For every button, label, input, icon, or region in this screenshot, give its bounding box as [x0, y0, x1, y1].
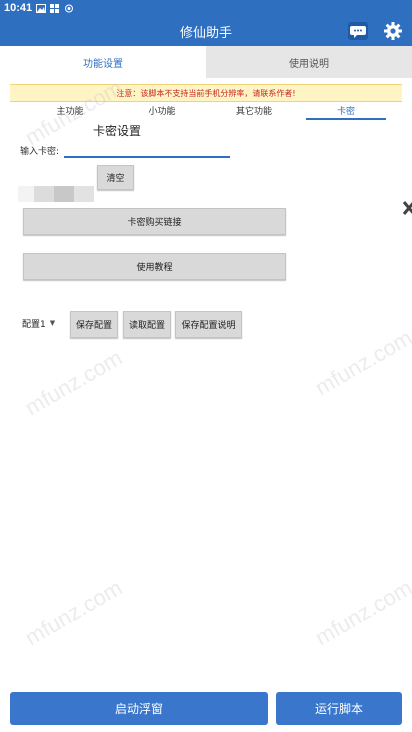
tutorial-button[interactable]: 使用教程	[23, 253, 286, 280]
watermark: mfunz.com	[20, 574, 127, 651]
app-bar: 修仙助手	[0, 16, 412, 46]
sub-tabs: 主功能 小功能 其它功能 卡密	[24, 104, 392, 120]
tab-instructions[interactable]: 使用说明	[206, 46, 412, 78]
config-select[interactable]: 配置1 ▼	[22, 316, 68, 330]
blurred-block	[54, 186, 74, 202]
close-icon[interactable]	[402, 198, 412, 218]
subtab-minor[interactable]: 小功能	[116, 104, 208, 120]
record-icon	[65, 4, 74, 12]
resolution-warning: 注意：该脚本不支持当前手机分辨率，请联系作者!	[10, 84, 402, 102]
watermark: mfunz.com	[20, 344, 127, 421]
blurred-block	[18, 186, 34, 202]
chevron-down-icon: ▼	[49, 319, 56, 327]
grid-icon	[50, 3, 60, 13]
tab-feature-settings[interactable]: 功能设置	[0, 46, 206, 78]
subtab-other[interactable]: 其它功能	[208, 104, 300, 120]
chat-icon[interactable]	[347, 21, 369, 41]
start-float-window-button[interactable]: 启动浮窗	[10, 692, 268, 725]
load-config-button[interactable]: 读取配置	[123, 311, 171, 338]
card-key-input[interactable]	[64, 142, 230, 158]
blurred-block	[34, 186, 54, 202]
status-time: 10:41	[4, 2, 33, 14]
subtab-main[interactable]: 主功能	[24, 104, 116, 120]
image-icon	[36, 3, 47, 13]
save-config-help-button[interactable]: 保存配置说明	[175, 311, 242, 338]
clear-button[interactable]: 清空	[97, 165, 134, 190]
main-tabs: 功能设置 使用说明	[0, 46, 412, 78]
watermark: mfunz.com	[310, 574, 412, 651]
blurred-block	[74, 186, 94, 202]
gear-icon[interactable]	[382, 21, 404, 41]
section-title: 卡密设置	[93, 124, 142, 138]
status-bar: 10:41	[0, 0, 412, 16]
watermark: mfunz.com	[310, 324, 412, 401]
subtab-card-key[interactable]: 卡密	[300, 104, 392, 120]
save-config-button[interactable]: 保存配置	[70, 311, 118, 338]
config-selected-value: 配置1	[22, 319, 46, 330]
card-key-label: 输入卡密:	[20, 147, 60, 157]
buy-card-link-button[interactable]: 卡密购买链接	[23, 208, 286, 235]
run-script-button[interactable]: 运行脚本	[276, 692, 402, 725]
